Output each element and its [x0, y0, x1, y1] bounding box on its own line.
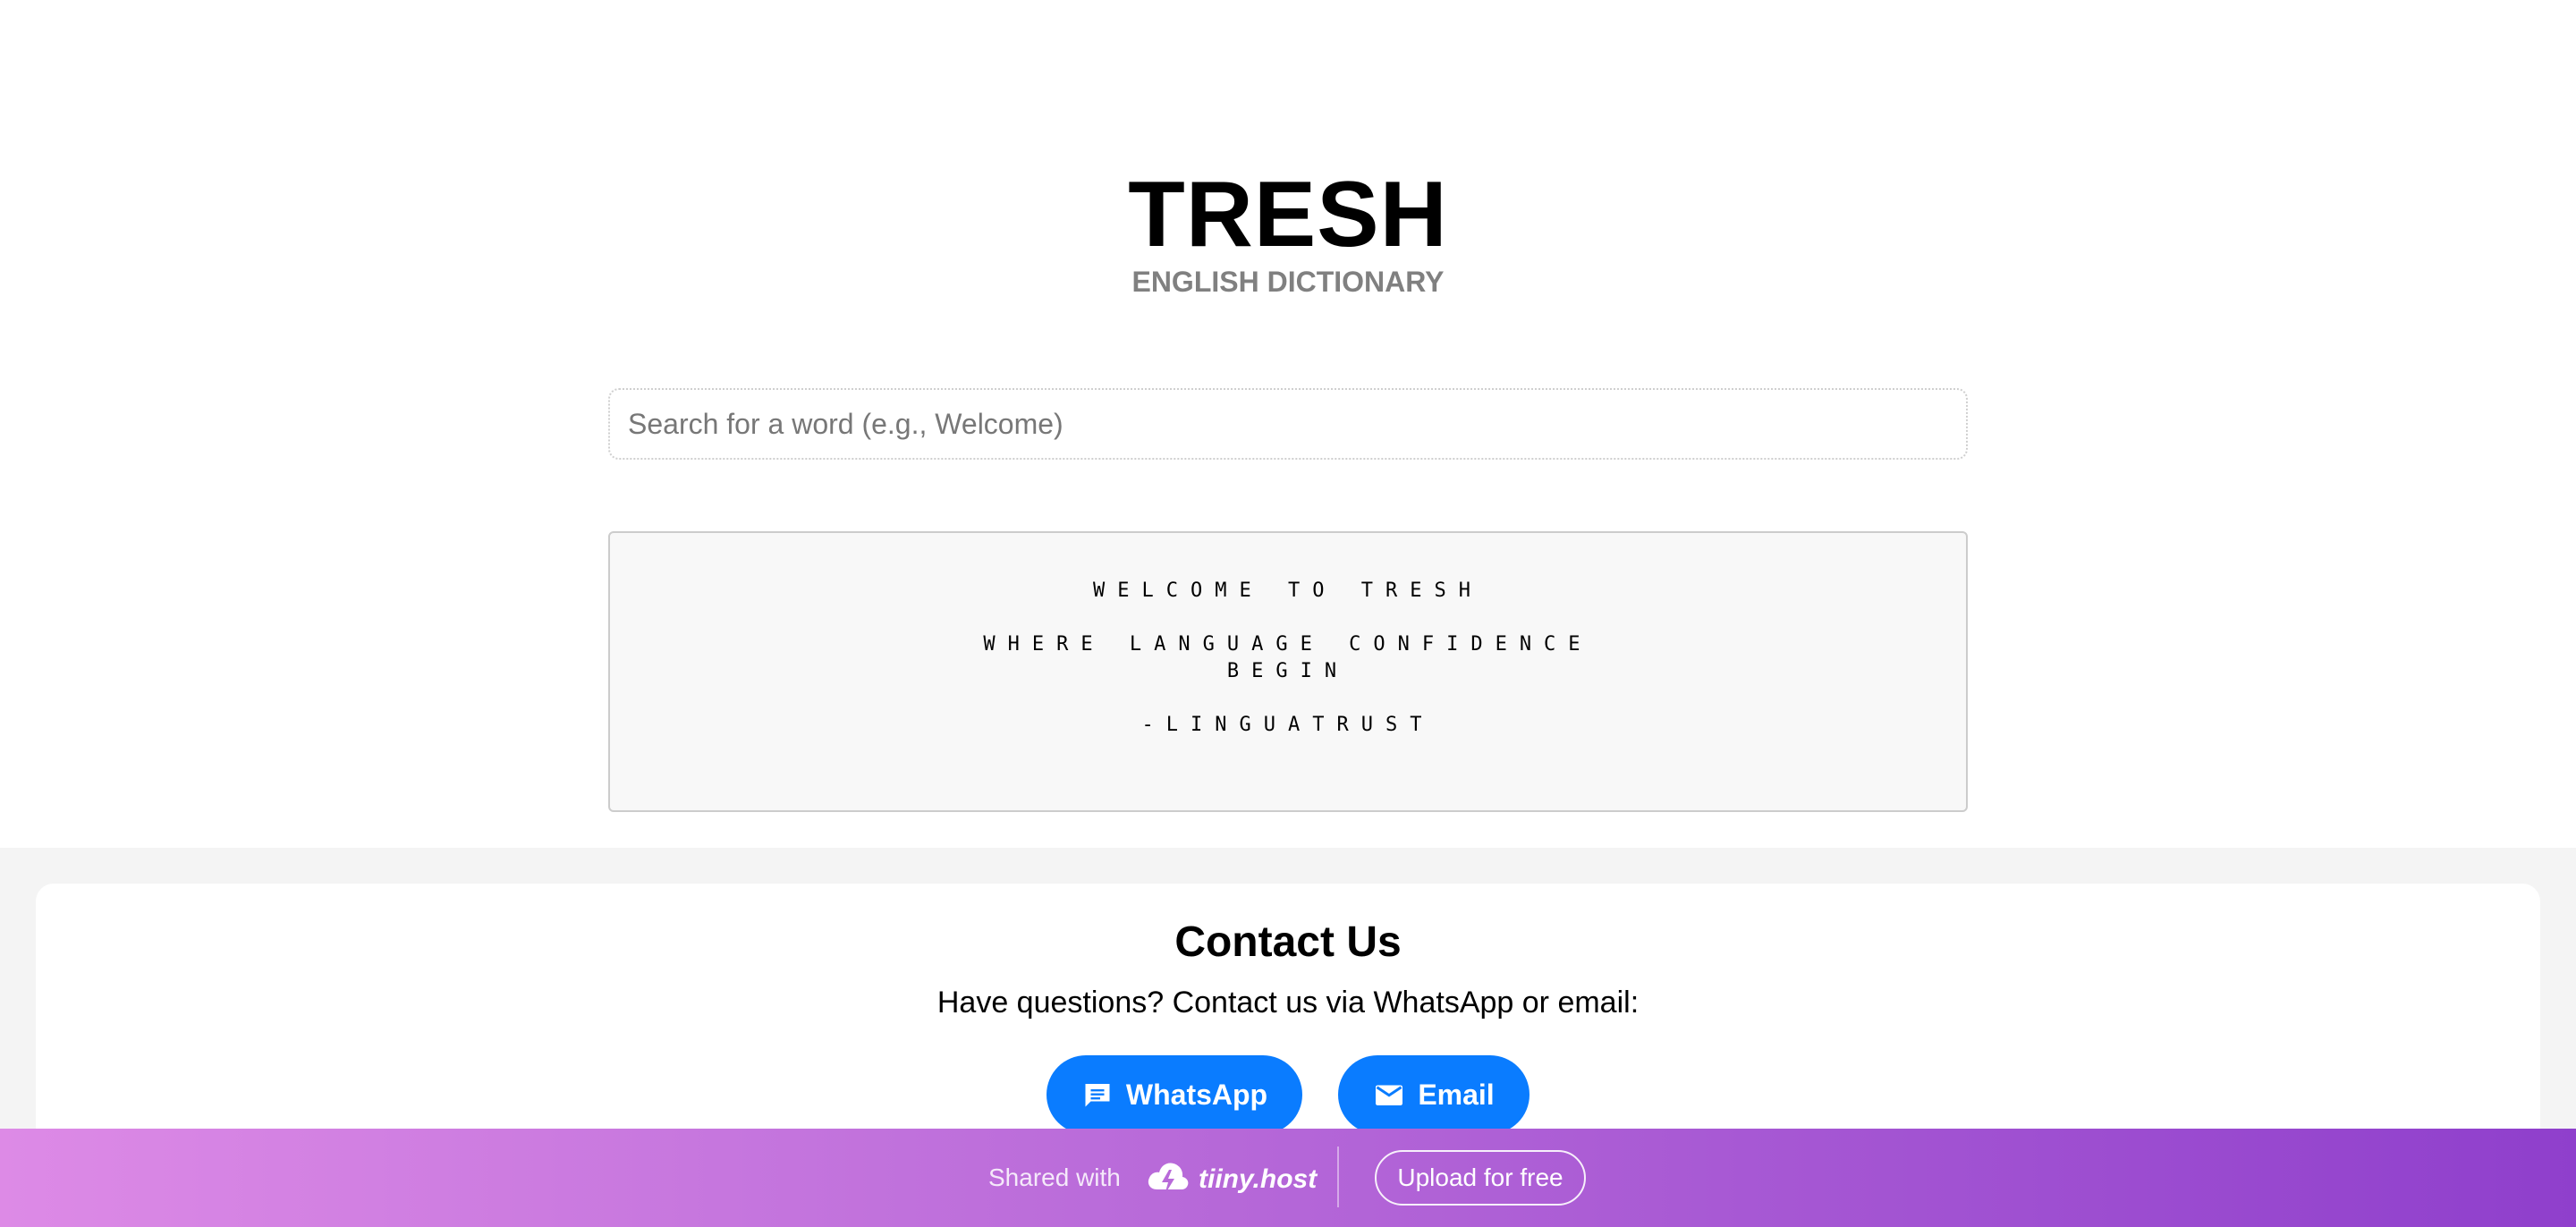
shared-with-text: Shared with: [988, 1164, 1121, 1191]
chat-icon: [1081, 1079, 1114, 1111]
whatsapp-button-label: WhatsApp: [1125, 1078, 1268, 1111]
banner-divider: [1337, 1147, 1339, 1207]
welcome-signature: -LINGUATRUST: [1141, 714, 1435, 736]
tiiny-host-logo-text: tiiny.host: [1199, 1164, 1318, 1194]
welcome-heading: WELCOME TO TRESH: [1093, 580, 1483, 602]
welcome-tagline: WHERE LANGUAGE CONFIDENCE BEGIN: [983, 633, 1593, 682]
site-title: TRESH: [1128, 163, 1448, 267]
email-button[interactable]: Email: [1338, 1055, 1530, 1134]
contact-title: Contact Us: [1174, 918, 1402, 966]
site-subtitle: ENGLISH DICTIONARY: [1131, 266, 1445, 298]
contact-description: Have questions? Contact us via WhatsApp …: [936, 986, 1640, 1020]
cloud-lightning-icon: [1145, 1155, 1191, 1203]
email-button-label: Email: [1418, 1078, 1495, 1111]
mail-icon: [1373, 1079, 1405, 1111]
whatsapp-button[interactable]: WhatsApp: [1046, 1055, 1302, 1134]
search-input[interactable]: [608, 388, 1968, 460]
page: TRESH ENGLISH DICTIONARY WELCOME TO TRES…: [0, 0, 2576, 1227]
tiiny-host-logo[interactable]: tiiny.host: [1145, 1155, 1317, 1203]
upload-for-free-button[interactable]: Upload for free: [1375, 1150, 1586, 1206]
welcome-box: WELCOME TO TRESH WHERE LANGUAGE CONFIDEN…: [608, 531, 1968, 812]
